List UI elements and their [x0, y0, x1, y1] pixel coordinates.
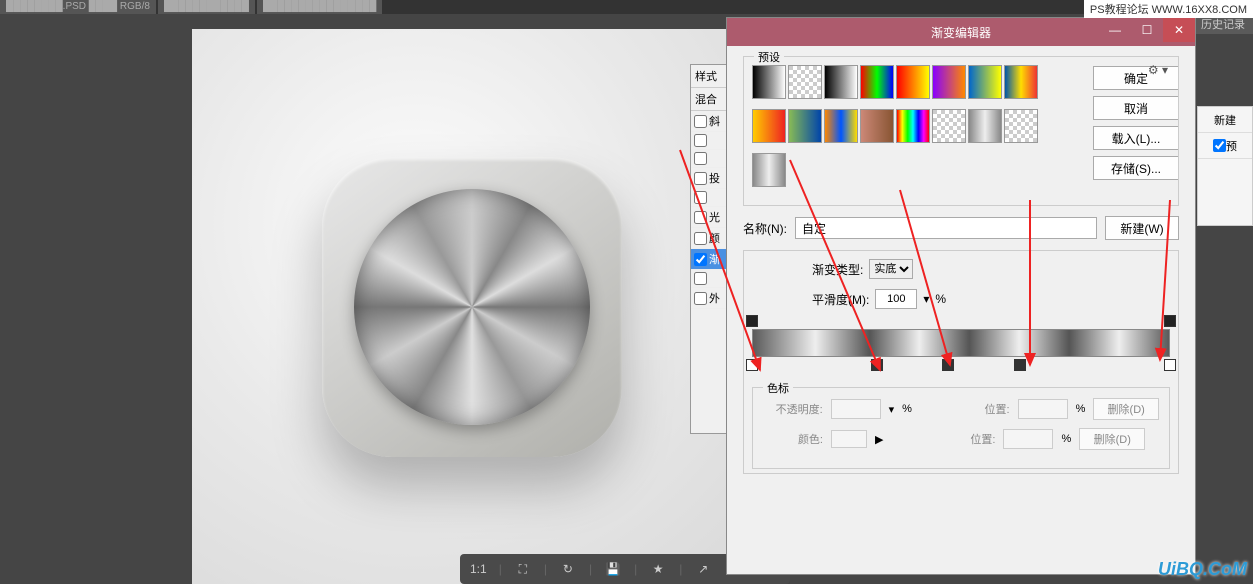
color-stop[interactable]: [1014, 359, 1026, 373]
preset-swatch[interactable]: [896, 109, 930, 143]
preset-swatch[interactable]: [896, 65, 930, 99]
document-tab[interactable]: ████████████: [158, 0, 255, 14]
dialog-titlebar[interactable]: 渐变编辑器 — ☐ ✕: [727, 18, 1195, 46]
type-select[interactable]: 实底: [869, 259, 913, 279]
close-button[interactable]: ✕: [1163, 18, 1195, 42]
preset-swatch[interactable]: [824, 109, 858, 143]
canvas-area: [0, 14, 800, 584]
delete-button: 删除(D): [1093, 398, 1159, 420]
presets-legend: 预设: [754, 49, 784, 65]
style-checkbox[interactable]: [694, 272, 707, 285]
preset-swatch[interactable]: [788, 65, 822, 99]
delete-button-2: 删除(D): [1079, 428, 1145, 450]
style-checkbox[interactable]: [694, 191, 707, 204]
top-tab-bar: ████████.PSD ████ RGB/8 ████████████ ███…: [0, 0, 1253, 14]
position-unit-2: %: [1061, 433, 1071, 445]
color-stop[interactable]: [746, 359, 758, 373]
position-label-2: 位置:: [935, 431, 995, 447]
style-checkbox[interactable]: [694, 172, 707, 185]
color-stop[interactable]: [942, 359, 954, 373]
opacity-input: [831, 399, 881, 419]
preset-swatch[interactable]: [752, 153, 786, 187]
position-input-2: [1003, 429, 1053, 449]
color-stop[interactable]: [1164, 359, 1176, 373]
knob-metal: [354, 189, 590, 425]
color-stop[interactable]: [871, 359, 883, 373]
preset-swatch[interactable]: [788, 109, 822, 143]
smooth-input[interactable]: [875, 289, 917, 309]
opacity-label: 不透明度:: [763, 401, 823, 417]
name-label: 名称(N):: [743, 220, 787, 237]
preset-swatch[interactable]: [932, 109, 966, 143]
presets-grid: [752, 65, 1062, 195]
opacity-stop[interactable]: [746, 315, 758, 329]
position-unit: %: [1076, 403, 1086, 415]
brand-watermark: UiBQ.CoM: [1158, 559, 1247, 580]
document-tab[interactable]: ████████.PSD ████ RGB/8: [0, 0, 156, 14]
dropdown-icon[interactable]: ▾: [923, 292, 929, 306]
save-icon[interactable]: 💾: [604, 560, 622, 578]
minimize-button[interactable]: —: [1099, 18, 1131, 42]
preset-swatch[interactable]: [968, 109, 1002, 143]
gradient-track[interactable]: [752, 329, 1170, 357]
gradient-editor-dialog: 渐变编辑器 — ☐ ✕ 确定 取消 载入(L)... 存储(S)... 预设 ⚙…: [726, 17, 1196, 575]
preset-swatch[interactable]: [932, 65, 966, 99]
color-label: 颜色:: [763, 431, 823, 447]
opacity-unit: %: [902, 403, 912, 415]
share-icon[interactable]: ↗: [694, 560, 712, 578]
preset-swatch[interactable]: [752, 109, 786, 143]
document-tab[interactable]: ████████████████: [257, 0, 382, 14]
dropdown-icon: ▾: [889, 403, 895, 416]
preset-swatch[interactable]: [860, 65, 894, 99]
preset-swatch[interactable]: [1004, 109, 1038, 143]
right-panel: 新建 预: [1197, 106, 1253, 226]
position-input: [1018, 399, 1068, 419]
opacity-stop[interactable]: [1164, 315, 1176, 329]
smooth-unit: %: [935, 292, 946, 306]
preset-swatch[interactable]: [1004, 65, 1038, 99]
star-icon[interactable]: ★: [649, 560, 667, 578]
smooth-label: 平滑度(M):: [812, 291, 869, 308]
position-label: 位置:: [950, 401, 1010, 417]
triangle-icon: ▶: [875, 433, 883, 446]
name-input[interactable]: [795, 217, 1097, 239]
color-stop-legend: 色标: [763, 380, 793, 396]
maximize-button[interactable]: ☐: [1131, 18, 1163, 42]
rotate-icon[interactable]: ↻: [559, 560, 577, 578]
preset-swatch[interactable]: [752, 65, 786, 99]
color-swatch: [831, 430, 867, 448]
canvas[interactable]: [192, 29, 752, 584]
knob-base: [322, 157, 622, 457]
gear-icon[interactable]: ⚙ ▾: [1148, 63, 1168, 77]
preset-swatch[interactable]: [968, 65, 1002, 99]
style-checkbox[interactable]: [694, 292, 707, 305]
gradient-bar[interactable]: [752, 329, 1170, 357]
preview-checkbox[interactable]: 预: [1198, 133, 1252, 159]
fit-screen-icon[interactable]: ⛶: [514, 560, 532, 578]
style-checkbox[interactable]: [694, 134, 707, 147]
style-checkbox[interactable]: [694, 211, 707, 224]
preset-swatch[interactable]: [824, 65, 858, 99]
type-label: 渐变类型:: [812, 261, 863, 278]
dialog-title: 渐变编辑器: [931, 24, 991, 41]
new-button[interactable]: 新建(W): [1105, 216, 1179, 240]
zoom-level[interactable]: 1:1: [470, 562, 487, 576]
style-checkbox[interactable]: [694, 253, 707, 266]
preset-swatch[interactable]: [860, 109, 894, 143]
style-checkbox[interactable]: [694, 115, 707, 128]
new-button-side[interactable]: 新建: [1198, 107, 1252, 133]
style-checkbox[interactable]: [694, 232, 707, 245]
watermark-text: PS教程论坛 WWW.16XX8.COM: [1084, 0, 1253, 18]
style-checkbox[interactable]: [694, 152, 707, 165]
